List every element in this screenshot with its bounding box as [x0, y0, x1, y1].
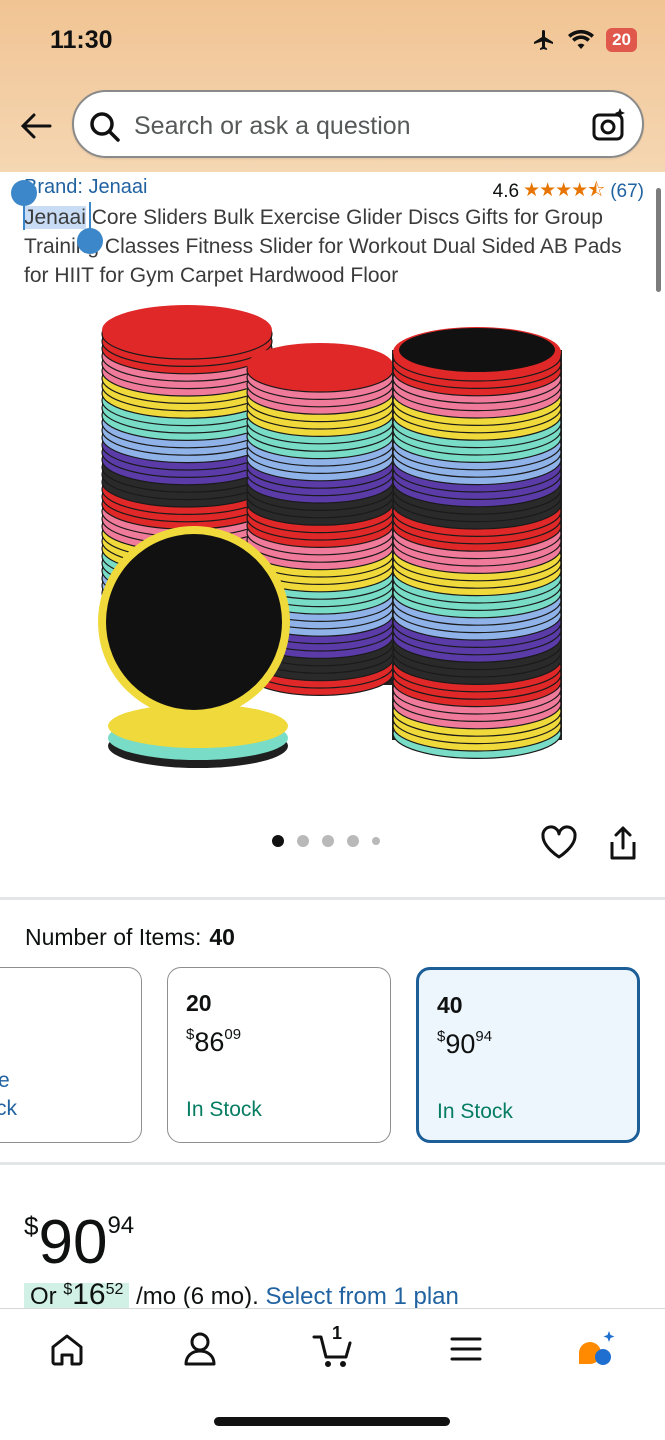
nav-account[interactable] — [178, 1327, 222, 1371]
option-card-partial[interactable] — [0, 967, 142, 1143]
account-icon — [184, 1332, 216, 1366]
brand-link[interactable]: Brand: Jenaai — [24, 176, 147, 199]
option-card-20[interactable]: 20 $8609 In Stock — [167, 967, 391, 1143]
option-stock: In Stock — [186, 1098, 262, 1121]
search-icon — [90, 112, 120, 142]
rufus-icon — [579, 1331, 615, 1365]
slider-stack-right — [392, 327, 562, 759]
image-pagination — [272, 835, 380, 847]
selection-bar-end — [89, 202, 91, 230]
pagination-dot[interactable] — [347, 835, 359, 847]
pagination-dot[interactable] — [322, 835, 334, 847]
slider-front-disc — [98, 526, 290, 768]
cart-count: 1 — [332, 1323, 343, 1343]
option-label: Number of Items: 40 — [25, 924, 235, 951]
back-button[interactable] — [18, 108, 54, 144]
option-card-40[interactable]: 40 $9094 In Stock — [416, 967, 640, 1143]
scroll-indicator — [656, 188, 661, 292]
menu-icon — [450, 1337, 482, 1361]
share-icon — [610, 826, 636, 860]
option-selected-value: 40 — [209, 924, 235, 950]
option-price: $9094 — [437, 1028, 493, 1059]
monthly-suffix: /mo (6 mo). — [129, 1283, 266, 1310]
wishlist-button[interactable] — [540, 824, 578, 865]
product-title-text: Core Sliders Bulk Exercise Glider Discs … — [24, 206, 622, 287]
airplane-icon — [534, 30, 554, 50]
pagination-dot[interactable] — [272, 835, 284, 847]
camera-icon[interactable] — [590, 106, 628, 144]
option-price: $8609 — [186, 1026, 242, 1057]
product-title: Jenaai Core Sliders Bulk Exercise Glider… — [24, 203, 644, 290]
wifi-icon — [568, 29, 595, 49]
status-icons: 20 — [532, 28, 637, 52]
search-placeholder: Search or ask a question — [134, 112, 411, 140]
product-image[interactable] — [92, 300, 572, 780]
pagination-dot[interactable] — [372, 837, 380, 845]
nav-cart[interactable]: 1 — [312, 1323, 356, 1371]
brand-row: Brand: Jenaai 4.6 ★★★★⯪ (67) — [24, 176, 644, 202]
home-indicator — [214, 1417, 450, 1426]
arrow-left-icon — [20, 113, 52, 139]
option-label-text: Number of Items: — [25, 924, 202, 950]
heart-icon — [541, 825, 577, 859]
nav-home[interactable] — [45, 1327, 89, 1371]
share-button[interactable] — [607, 824, 639, 867]
product-price: $9094 — [24, 1208, 135, 1277]
option-stock: In Stock — [437, 1100, 513, 1123]
rating-count[interactable]: (67) — [610, 181, 644, 203]
selection-handle-start[interactable] — [11, 180, 37, 206]
status-time: 11:30 — [50, 26, 113, 54]
option-partial-link[interactable]: e — [0, 1069, 10, 1093]
selection-handle-end[interactable] — [77, 228, 103, 254]
rating-value: 4.6 — [492, 181, 520, 202]
section-divider — [0, 1162, 665, 1165]
selected-text: Jenaai — [24, 206, 86, 229]
select-plan-link[interactable]: Select from 1 plan — [265, 1283, 458, 1310]
option-partial-stock: ck — [0, 1097, 17, 1120]
pagination-dot[interactable] — [297, 835, 309, 847]
monthly-payment: Or $1652 /mo (6 mo). Select from 1 plan — [24, 1278, 459, 1314]
battery-indicator: 20 — [606, 28, 637, 52]
home-icon — [51, 1334, 83, 1366]
section-divider — [0, 897, 665, 900]
nav-rufus[interactable] — [575, 1327, 619, 1371]
nav-menu[interactable] — [444, 1327, 488, 1371]
search-input[interactable]: Search or ask a question — [72, 90, 644, 158]
option-qty: 20 — [186, 990, 212, 1016]
option-qty: 40 — [437, 992, 463, 1018]
header: 11:30 20 Search or ask a question — [0, 0, 665, 172]
